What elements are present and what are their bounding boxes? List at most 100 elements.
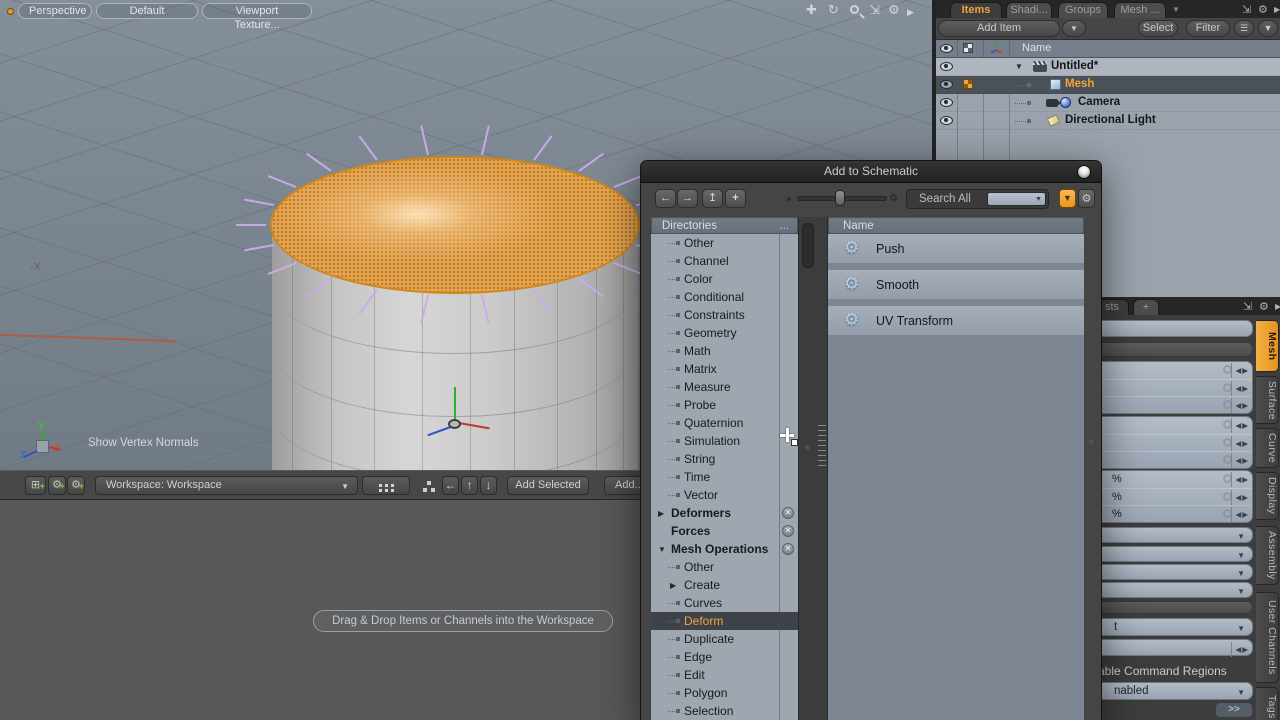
gear-icon[interactable]: ⚙ [1259,300,1269,313]
directory-row-deformers[interactable]: ▶Deformers✕ [651,504,798,522]
enabled-dropdown[interactable]: nabled▼ [1095,682,1253,700]
directory-row-measure[interactable]: Measure [651,378,798,396]
perspective-button[interactable]: Perspective [18,3,92,19]
property-control-row[interactable]: ◀▶ [1096,362,1252,379]
result-row-push[interactable]: ⚙Push [828,234,1084,263]
directory-row-time[interactable]: Time [651,468,798,486]
directory-row-math[interactable]: Math [651,342,798,360]
directory-row-conditional[interactable]: Conditional [651,288,798,306]
result-row-uv-transform[interactable]: ⚙UV Transform [828,306,1084,335]
property-dropdown[interactable]: ▼ [1095,546,1253,562]
more-arrow-icon[interactable]: ▶ [907,4,914,20]
more-arrow-icon[interactable]: ▶ [1274,5,1280,14]
percent-value-row[interactable]: %◀▶ [1096,505,1252,522]
visibility-eye-icon[interactable] [940,98,953,107]
search-scope-label[interactable]: Search All [919,193,971,205]
forward-button[interactable]: → [677,189,698,208]
property-control-row[interactable]: ◀▶ [1096,451,1252,468]
tab-groups[interactable]: Groups [1058,2,1108,18]
directories-menu[interactable]: ... [779,218,789,234]
add-tab-button[interactable]: + [1133,299,1159,315]
property-control-row[interactable]: ◀▶ [1096,417,1252,434]
directory-row-quaternion[interactable]: Quaternion [651,414,798,432]
mini-slider-arrows-icon[interactable]: ◀▶ [1235,401,1249,410]
directory-row-vector[interactable]: Vector [651,486,798,504]
nav-up-button[interactable]: ↑ [461,476,478,495]
item-row[interactable]: ▼Untitled* [936,58,1280,76]
close-circle-icon[interactable]: ✕ [782,543,794,555]
property-dropdown[interactable]: ▼ [1095,582,1253,598]
settings-gear-button[interactable]: ⚙ [1078,189,1095,208]
mini-slider-arrows-icon[interactable]: ◀▶ [1235,439,1249,448]
zoom-icon[interactable] [850,5,859,14]
viewport-texture-button[interactable]: Viewport Texture... [202,3,312,19]
directory-row-forces[interactable]: Forces✕ [651,522,798,540]
directory-row-color[interactable]: Color [651,270,798,288]
property-dropdown[interactable]: ▼ [1095,564,1253,580]
pane-splitter[interactable] [798,217,828,720]
side-tab-user-channels[interactable]: User Channels [1256,592,1279,683]
mini-slider-arrows-icon[interactable]: ◀▶ [1235,493,1249,502]
mini-slider-arrows-icon[interactable]: ◀▶ [1235,421,1249,430]
settings-gear-icon[interactable]: ⚙ [888,2,900,18]
render-toggle-icon[interactable] [963,79,973,89]
property-field[interactable]: ◀▶ [1095,639,1253,656]
visibility-eye-icon[interactable] [940,116,953,125]
nav-down-button[interactable]: ↓ [480,476,497,495]
filter-funnel-button[interactable]: ▼ [1059,189,1076,208]
tab-items[interactable]: Items [950,2,1002,18]
visibility-eye-icon[interactable] [940,62,953,71]
directory-row-geometry[interactable]: Geometry [651,324,798,342]
item-row[interactable]: Camera [936,94,1280,112]
directory-row-duplicate[interactable]: Duplicate [651,630,798,648]
directory-row-create[interactable]: ▶Create [651,576,798,594]
gear-icon[interactable]: ⚙ [1258,3,1268,16]
scrollbar-thumb[interactable] [802,223,814,268]
expander-icon[interactable]: ▼ [1015,62,1023,71]
property-control-row[interactable]: ◀▶ [1096,379,1252,396]
mini-slider-arrows-icon[interactable]: ◀▶ [1235,456,1249,465]
mini-slider-arrows-icon[interactable]: ◀▶ [1235,645,1249,654]
add-item-button[interactable]: Add Item [938,20,1060,37]
add-selected-button[interactable]: Add Selected [507,476,589,495]
pan-icon[interactable]: ✚ [806,2,817,18]
select-button[interactable]: Select [1138,20,1178,37]
close-circle-icon[interactable]: ✕ [782,525,794,537]
maximize-icon[interactable]: ⇲ [1242,3,1251,16]
property-control-row[interactable]: ◀▶ [1096,396,1252,413]
list-options-button[interactable]: ☰ [1234,20,1254,37]
side-tab-curve[interactable]: Curve [1256,428,1279,468]
workspace-settings-button[interactable]: ⚙+ [48,476,66,495]
directory-row-edit[interactable]: Edit [651,666,798,684]
directory-row-mesh-operations[interactable]: ▼Mesh Operations✕ [651,540,798,558]
pivot-center-handle[interactable] [448,419,461,429]
add-workspace-button[interactable]: ⊞+ [25,476,46,495]
side-tab-surface[interactable]: Surface [1256,376,1279,424]
expand-more-button[interactable]: >> [1215,702,1253,718]
up-level-button[interactable]: ↥ [702,189,723,208]
property-dropdown[interactable]: ▼ [1095,527,1253,543]
chevron-down-icon[interactable]: ▼ [1172,5,1180,14]
directory-row-simulation[interactable]: Simulation [651,432,798,450]
directory-row-selection[interactable]: Selection [651,702,798,720]
directory-row-channel[interactable]: Channel [651,252,798,270]
close-button[interactable] [1077,165,1091,179]
tab-mesh[interactable]: Mesh ... [1114,2,1166,18]
workspace-options-button[interactable]: ⚙+ [67,476,85,495]
expanded-arrow-icon[interactable]: ▼ [658,545,666,554]
filter-button[interactable]: Filter [1186,20,1230,37]
rotate-icon[interactable]: ↻ [828,2,839,18]
collapsed-arrow-icon[interactable]: ▶ [658,509,664,518]
directory-row-deform[interactable]: Deform [651,612,798,630]
directory-row-other[interactable]: Other [651,234,798,252]
directory-row-curves[interactable]: Curves [651,594,798,612]
tab-shadi[interactable]: Shadi... [1006,2,1052,18]
side-tab-display[interactable]: Display [1256,472,1279,520]
nav-left-button[interactable]: ← [442,476,459,495]
mini-slider-arrows-icon[interactable]: ◀▶ [1235,384,1249,393]
search-input[interactable]: ▼ [987,192,1046,206]
cylinder-top-cap-selected[interactable] [270,156,640,294]
item-row[interactable]: Directional Light [936,112,1280,130]
side-tab-assembly[interactable]: Assembly [1256,526,1279,585]
splitter-grip[interactable] [818,425,826,469]
